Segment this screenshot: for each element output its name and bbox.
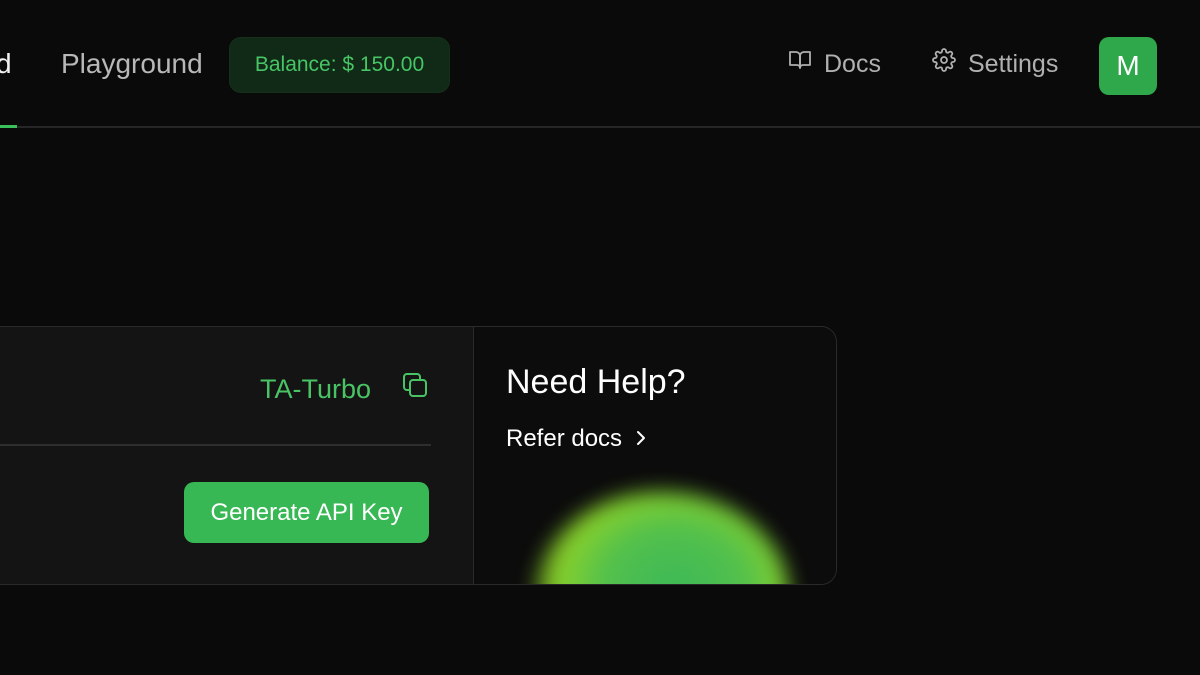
top-navigation-bar: d Playground Balance: $ 150.00 Docs Sett… <box>0 0 1200 128</box>
balance-text: Balance: $ 150.00 <box>254 53 425 76</box>
refer-docs-link[interactable]: Refer docs <box>506 425 648 453</box>
copy-icon[interactable] <box>401 371 429 404</box>
avatar-initial: M <box>1116 50 1140 81</box>
book-open-icon <box>788 46 824 82</box>
tab-playground[interactable]: Playground <box>61 46 203 82</box>
model-name: TA-Turbo <box>260 374 372 404</box>
avatar[interactable]: M <box>1099 37 1157 95</box>
api-key-card: TA-Turbo Generate API Key Need Help? Ref… <box>0 326 837 585</box>
active-tab-indicator <box>0 125 17 128</box>
chevron-right-icon <box>622 425 648 453</box>
help-title: Need Help? <box>506 363 686 401</box>
refer-docs-label: Refer docs <box>506 425 623 452</box>
tab-dashboard[interactable]: d <box>0 46 12 82</box>
generate-api-key-button[interactable]: Generate API Key <box>184 482 429 543</box>
settings-label: Settings <box>968 50 1059 78</box>
divider <box>0 444 431 446</box>
settings-link[interactable]: Settings <box>932 46 1058 82</box>
docs-link[interactable]: Docs <box>788 46 881 82</box>
gear-icon <box>932 46 968 82</box>
model-panel: TA-Turbo Generate API Key <box>0 327 474 584</box>
docs-label: Docs <box>824 50 881 78</box>
decorative-glow <box>534 492 789 584</box>
help-panel: Need Help? Refer docs <box>474 327 836 584</box>
balance-badge: Balance: $ 150.00 <box>229 37 450 93</box>
